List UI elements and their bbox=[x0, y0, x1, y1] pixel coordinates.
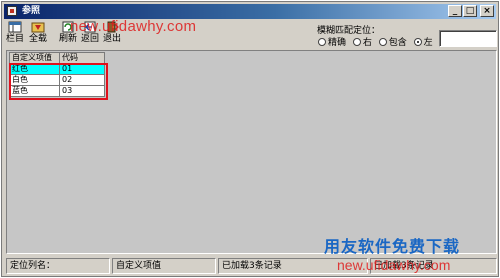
table-row[interactable]: 红色 01 bbox=[9, 63, 105, 75]
column-icon bbox=[8, 21, 22, 33]
locate-input[interactable] bbox=[439, 30, 497, 47]
return-label: 返回 bbox=[80, 34, 99, 44]
reference-grid[interactable]: 自定义项值 代码 红色 01 白色 02 蓝色 03 bbox=[6, 50, 497, 254]
cell-code[interactable]: 01 bbox=[59, 63, 105, 75]
table-row[interactable]: 蓝色 03 bbox=[9, 85, 105, 97]
maximize-button[interactable]: □ bbox=[463, 5, 477, 17]
table-row[interactable]: 白色 02 bbox=[9, 74, 105, 86]
window-title: 参照 bbox=[22, 6, 41, 16]
close-button[interactable]: × bbox=[480, 5, 494, 17]
load-all-icon bbox=[31, 21, 45, 33]
radio-right-label: 右 bbox=[362, 38, 372, 48]
radio-contains[interactable]: 包含 bbox=[375, 38, 407, 48]
app-icon bbox=[7, 6, 17, 16]
radio-left-circle[interactable] bbox=[413, 38, 422, 46]
radio-left-label: 左 bbox=[423, 38, 433, 48]
radio-contains-circle[interactable] bbox=[378, 38, 387, 46]
cell-name[interactable]: 红色 bbox=[9, 63, 60, 75]
status-custom-value: 自定义项值 bbox=[112, 258, 216, 274]
load-all-label: 全载 bbox=[28, 34, 47, 44]
minimize-button[interactable]: _ bbox=[448, 5, 462, 17]
radio-exact[interactable]: 精确 bbox=[314, 38, 346, 48]
load-all-button[interactable]: 全载 bbox=[27, 21, 49, 47]
cell-code[interactable]: 02 bbox=[59, 74, 105, 86]
radio-contains-label: 包含 bbox=[388, 38, 407, 48]
column-label: 栏目 bbox=[5, 34, 24, 44]
column-button[interactable]: 栏目 bbox=[5, 21, 25, 47]
radio-right[interactable]: 右 bbox=[349, 38, 372, 48]
radio-exact-circle[interactable] bbox=[318, 38, 326, 46]
data-table: 自定义项值 代码 红色 01 白色 02 蓝色 03 bbox=[9, 52, 105, 97]
radio-exact-label: 精确 bbox=[328, 38, 347, 48]
radio-right-circle[interactable] bbox=[352, 38, 361, 46]
refresh-label: 刷新 bbox=[58, 34, 77, 44]
watermark-top: new.ufidawhy.com bbox=[70, 18, 197, 35]
table-header-row: 自定义项值 代码 bbox=[9, 52, 105, 64]
title-bar[interactable]: 参照 _ □ × bbox=[4, 4, 496, 19]
watermark-brand: 用友软件免费下载 bbox=[324, 237, 461, 256]
cell-name[interactable]: 蓝色 bbox=[9, 85, 60, 97]
status-locate-column: 定位列名： bbox=[6, 258, 110, 274]
column-header-custom-value[interactable]: 自定义项值 bbox=[9, 52, 60, 64]
radio-left[interactable]: 左 bbox=[410, 38, 433, 48]
watermark-bottom: new.ufidawhy.com bbox=[337, 257, 451, 273]
cell-name[interactable]: 白色 bbox=[9, 74, 60, 86]
reference-window: 参照 _ □ × 栏目 全载 刷新 返回 退出 模糊匹配定位： 精确 右 包含 … bbox=[1, 1, 499, 277]
fuzzy-match-options: 精确 右 包含 左 bbox=[314, 35, 433, 48]
cell-code[interactable]: 03 bbox=[59, 85, 105, 97]
exit-label: 退出 bbox=[102, 34, 121, 44]
column-header-code[interactable]: 代码 bbox=[59, 52, 105, 64]
